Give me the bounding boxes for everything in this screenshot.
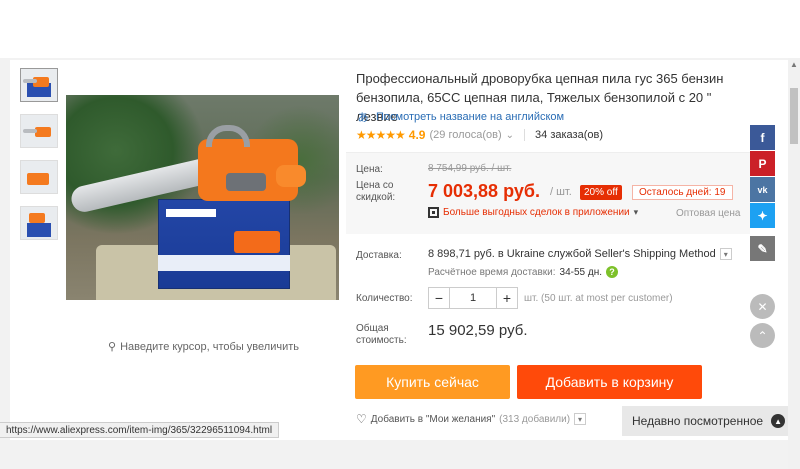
top-header-area <box>0 0 800 58</box>
delivery-estimate: Расчётное время доставки: 34-55 дн. ? <box>428 266 619 278</box>
wholesale-price-link[interactable]: Оптовая цена <box>676 208 740 219</box>
thumbnail-3[interactable] <box>20 160 58 194</box>
shipping-label: Доставка: <box>356 250 402 261</box>
rating-votes[interactable]: (29 голоса(ов) <box>429 129 501 141</box>
edit-icon[interactable]: ✎ <box>750 236 775 261</box>
price-label: Цена: <box>356 164 383 175</box>
arrow-up-icon[interactable]: ▲ <box>771 414 786 428</box>
quantity-label: Количество: <box>356 293 413 304</box>
facebook-icon[interactable]: f <box>750 125 775 150</box>
zoom-hint-text: Наведите курсор, чтобы увеличить <box>120 340 299 353</box>
thumbnail-list <box>20 68 60 252</box>
increment-button[interactable]: + <box>497 288 517 308</box>
discounted-price: 7 003,88 руб. <box>428 181 540 201</box>
recently-viewed-bar[interactable]: Недавно посмотренное ▲ <box>622 406 788 436</box>
old-price: 8 754,99 руб. / шт. <box>428 163 512 174</box>
translate-link-text[interactable]: Посмотреть название на английском <box>376 111 564 123</box>
chevron-down-icon[interactable]: ▾ <box>719 248 732 260</box>
close-icon[interactable]: ✕ <box>750 294 775 319</box>
per-unit-label: / шт. <box>550 186 572 198</box>
thumbnail-1[interactable] <box>20 68 58 102</box>
shipping-value[interactable]: 8 898,71 руб. в Ukraine службой Seller's… <box>428 248 716 260</box>
app-deals-link[interactable]: Больше выгодных сделок в приложении ▾ <box>428 207 638 218</box>
star-rating-icon: ★★★★★ <box>356 128 406 142</box>
wishlist-link[interactable]: ♡ Добавить в "Мои желания" (313 добавили… <box>356 412 587 426</box>
chevron-down-icon[interactable]: ▾ <box>574 413 587 425</box>
chevron-down-icon[interactable]: ⌄ <box>506 130 514 141</box>
add-to-cart-button[interactable]: Добавить в корзину <box>517 365 702 399</box>
social-share-column: f P vk ✦ ✎ <box>750 125 775 262</box>
rating-score: 4.9 <box>408 128 426 142</box>
discount-price-label: Цена со скидкой: <box>356 180 396 203</box>
heart-icon[interactable]: ♡ <box>356 412 367 426</box>
scroll-up-icon[interactable]: ▲ <box>788 58 800 70</box>
translate-icon: あ <box>357 112 369 124</box>
wishlist-text[interactable]: Добавить в "Мои желания" <box>371 414 495 425</box>
divider <box>524 129 526 141</box>
thumbnail-4[interactable] <box>20 206 58 240</box>
recently-viewed-label[interactable]: Недавно посмотренное <box>632 414 763 428</box>
wishlist-count: (313 добавили) <box>499 413 571 425</box>
vk-icon[interactable]: vk <box>750 177 775 202</box>
scrollbar-thumb[interactable] <box>790 88 798 144</box>
arrow-up-icon[interactable]: ⌃ <box>750 323 775 348</box>
help-icon[interactable]: ? <box>606 266 619 278</box>
app-deals-text[interactable]: Больше выгодных сделок в приложении <box>443 207 630 218</box>
total-value: 15 902,59 руб. <box>428 322 528 339</box>
discount-badge: 20% off <box>580 185 622 200</box>
thumbnail-2[interactable] <box>20 114 58 148</box>
main-product-image[interactable] <box>66 95 339 300</box>
rating-row: ★★★★★ 4.9 (29 голоса(ов) ⌄ 34 заказа(ов) <box>356 128 603 142</box>
quantity-stepper[interactable]: − 1 + <box>428 287 518 309</box>
total-label: Общая стоимость: <box>356 323 407 346</box>
twitter-icon[interactable]: ✦ <box>750 203 775 228</box>
days-left-badge: Осталось дней: 19 <box>632 185 733 200</box>
buy-now-button[interactable]: Купить сейчас <box>355 365 510 399</box>
quantity-input[interactable]: 1 <box>449 288 497 308</box>
pinterest-icon[interactable]: P <box>750 151 775 176</box>
zoom-hint: ⚲ Наведите курсор, чтобы увеличить <box>108 340 299 354</box>
delivery-estimate-label: Расчётное время доставки: <box>428 266 556 278</box>
quantity-note: шт. (50 шт. at most per customer) <box>524 293 673 304</box>
caret-down-icon[interactable]: ▾ <box>634 207 639 218</box>
orders-count: 34 заказа(ов) <box>535 129 603 141</box>
magnifier-icon: ⚲ <box>108 341 117 353</box>
status-bar-url: https://www.aliexpress.com/item-img/365/… <box>0 422 280 438</box>
translate-link[interactable]: あ Посмотреть название на английском <box>356 110 565 124</box>
shipping-selector[interactable]: 8 898,71 руб. в Ukraine службой Seller's… <box>428 248 732 260</box>
qr-code-icon <box>428 207 439 218</box>
decrement-button[interactable]: − <box>429 288 449 308</box>
delivery-estimate-days: 34-55 дн. <box>559 266 603 278</box>
